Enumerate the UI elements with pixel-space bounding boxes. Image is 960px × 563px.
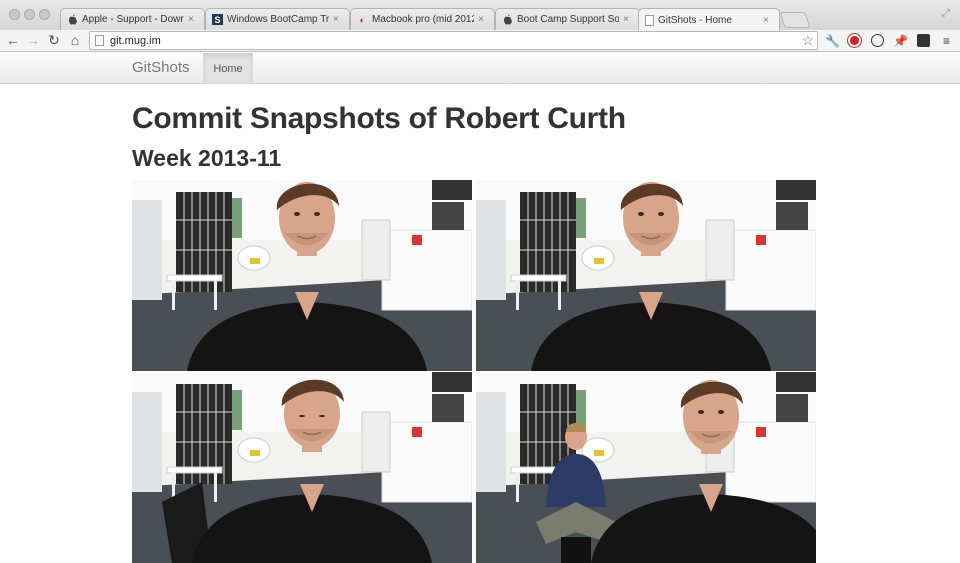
week-heading: Week 2013-11 (132, 145, 282, 171)
close-tab-icon[interactable]: × (333, 14, 343, 25)
tab-title: Boot Camp Support Software (517, 14, 619, 25)
tab-title: Apple - Support - Downloads (82, 14, 184, 25)
snapshot-image[interactable] (132, 372, 472, 563)
apple-icon (67, 14, 78, 25)
tab-gitshots-home[interactable]: GitShots - Home × (638, 8, 780, 31)
screenshot-extension-icon[interactable] (916, 33, 931, 48)
close-tab-icon[interactable]: × (623, 14, 633, 25)
brand-link[interactable]: GitShots (132, 59, 190, 76)
snapshot-image[interactable] (476, 180, 816, 371)
reload-icon[interactable]: ↻ (46, 32, 62, 48)
address-bar[interactable]: git.mug.im ☆ (89, 31, 818, 50)
browser-tab-strip: Apple - Support - Downloads × S Windows … (0, 0, 960, 31)
close-tab-icon[interactable]: × (188, 14, 198, 25)
tab-title: Macbook pro (mid 2012) and (372, 14, 474, 25)
tab-macbook-pro[interactable]: ◐ Macbook pro (mid 2012) and × (350, 8, 495, 30)
clock-icon[interactable] (870, 33, 885, 48)
close-tab-icon[interactable]: × (763, 15, 773, 26)
close-window-button[interactable] (9, 9, 20, 20)
close-tab-icon[interactable]: × (478, 14, 488, 25)
snapshot-photo (132, 372, 472, 563)
minimize-window-button[interactable] (24, 9, 35, 20)
s-site-icon: S (212, 14, 223, 25)
new-tab-button[interactable] (779, 12, 811, 28)
zoom-window-button[interactable] (39, 9, 50, 20)
tab-bootcamp-treiber[interactable]: S Windows BootCamp Treiber × (205, 8, 350, 30)
forward-arrow-icon[interactable]: → (25, 32, 41, 48)
snapshot-photo (132, 180, 472, 371)
page-icon (645, 14, 654, 26)
adblock-icon[interactable] (847, 33, 862, 48)
tab-title: Windows BootCamp Treiber (227, 14, 329, 25)
bookmark-star-icon[interactable]: ☆ (801, 32, 814, 49)
pin-icon[interactable]: 📌 (893, 33, 908, 48)
snapshot-image[interactable] (132, 180, 472, 371)
url-text: git.mug.im (110, 35, 161, 47)
snapshot-photo (476, 180, 816, 371)
nav-home-link[interactable]: Home (203, 53, 253, 84)
tab-apple-support[interactable]: Apple - Support - Downloads × (60, 8, 205, 30)
home-icon[interactable]: ⌂ (67, 32, 83, 48)
page-title: Commit Snapshots of Robert Curth (132, 102, 626, 135)
tab-bootcamp-support[interactable]: Boot Camp Support Software × (495, 8, 640, 30)
snapshot-photo (476, 372, 816, 563)
red-site-icon: ◐ (359, 14, 366, 25)
wrench-icon[interactable]: 🔧 (825, 33, 840, 48)
browser-toolbar: ← → ↻ ⌂ git.mug.im ☆ 🔧 📌 ≡ (0, 30, 960, 52)
site-navbar: GitShots Home (0, 53, 960, 84)
snapshot-image[interactable] (476, 372, 816, 563)
page-icon (95, 35, 104, 46)
fullscreen-icon[interactable]: ⤢ (942, 8, 950, 19)
apple-icon (502, 14, 513, 25)
tab-title: GitShots - Home (658, 14, 732, 26)
menu-icon[interactable]: ≡ (939, 33, 954, 48)
back-arrow-icon[interactable]: ← (5, 32, 21, 48)
